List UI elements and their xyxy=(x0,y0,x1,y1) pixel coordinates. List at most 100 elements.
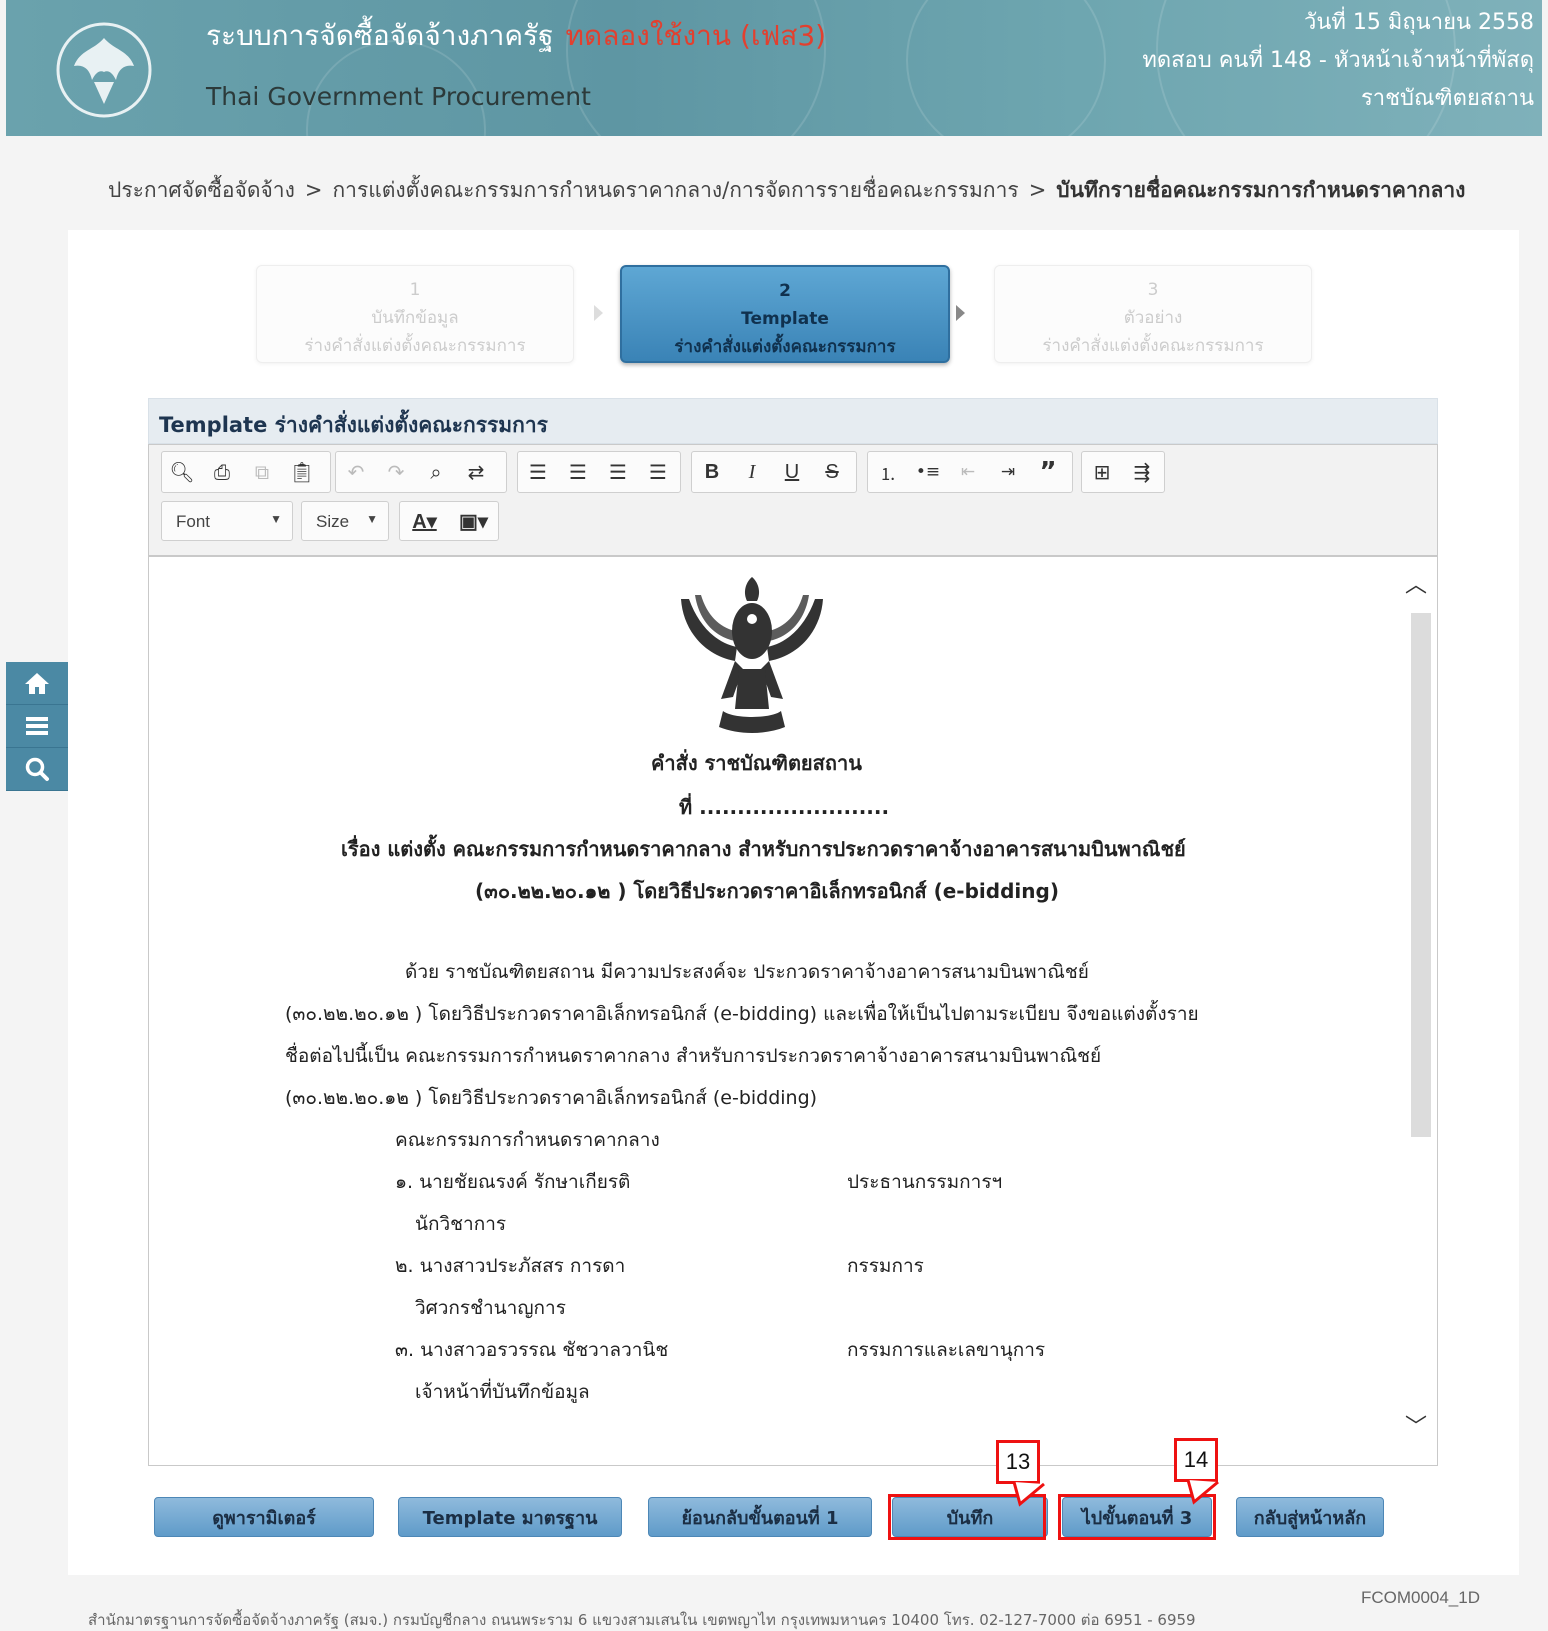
step-title: Template xyxy=(741,309,829,329)
italic-icon[interactable]: I xyxy=(732,452,772,492)
breadcrumb: ประกาศจัดซื้อจัดจ้าง > การแต่งตั้งคณะกรรมก… xyxy=(108,174,1465,207)
document-body: คำสั่ง ราชบัณฑิตยสถาน ที่ ..............… xyxy=(149,557,1399,1465)
app-subtitle: Thai Government Procurement xyxy=(206,82,591,111)
callout-pointer-icon xyxy=(1186,1480,1219,1505)
editor-toolbar: 🔍︎ ⎙ ⧉ 📋︎ ↶ ↷ ⌕ ⇄ ☰ ☰ ☰ ☰ B I U S ⒈ •≡ ⇤… xyxy=(148,444,1438,556)
department-logo-icon xyxy=(56,22,152,118)
bold-icon[interactable]: B xyxy=(692,452,732,492)
breadcrumb-current: บันทึกรายชื่อคณะกรรมการกำหนดราคากลาง xyxy=(1056,178,1466,202)
breadcrumb-item[interactable]: ประกาศจัดซื้อจัดจ้าง xyxy=(108,178,295,202)
editor-content[interactable]: คำสั่ง ราชบัณฑิตยสถาน ที่ ..............… xyxy=(148,556,1438,1466)
blockquote-icon[interactable]: ” xyxy=(1028,452,1068,492)
chevron-down-icon: ▼ xyxy=(366,512,378,526)
scroll-down-icon[interactable]: ﹀ xyxy=(1405,1409,1427,1441)
page-code: FCOM0004_1D xyxy=(1360,1588,1480,1607)
strikethrough-icon[interactable]: S xyxy=(812,452,852,492)
doc-number: ที่ ......................... xyxy=(679,795,890,819)
doc-subject-line1: เรื่อง แต่งตั้ง คณะกรรมการกำหนดราคากลาง … xyxy=(341,837,1186,861)
table-icon[interactable]: ⊞ xyxy=(1082,452,1122,492)
editor-title: Template ร่างคำสั่งแต่งตั้งคณะกรรมการ xyxy=(159,413,548,437)
toolbar-group-list: ⒈ •≡ ⇤ ⇥ ” xyxy=(867,451,1073,493)
size-select-label: Size xyxy=(316,512,350,531)
breadcrumb-separator: > xyxy=(1028,178,1047,202)
side-quick-menu xyxy=(6,662,68,791)
user-info: วันที่ 15 มิถุนายน 2558 ทดสอบ คนที่ 148 … xyxy=(1142,4,1534,118)
step-wizard: 1 บันทึกข้อมูล ร่างคำสั่งแต่งตั้งคณะกรรม… xyxy=(256,265,1328,363)
editor-scrollbar[interactable]: ︿ ﹀ xyxy=(1397,557,1437,1465)
member-position: วิศวกรชำนาญการ xyxy=(415,1297,566,1319)
search-icon xyxy=(25,757,49,781)
footer-text: สำนักมาตรฐานการจัดซื้อจัดจ้างภาครัฐ (สมจ… xyxy=(88,1611,1196,1629)
user-org: ราชบัณฑิตยสถาน xyxy=(1360,86,1534,111)
step-subtitle: ร่างคำสั่งแต่งตั้งคณะกรรมการ xyxy=(304,336,526,356)
redo-icon[interactable]: ↷ xyxy=(376,452,416,492)
copy-icon[interactable]: ⧉ xyxy=(242,452,282,492)
toolbar-group-insert: ⊞ ⇶ xyxy=(1081,451,1165,493)
numbered-list-icon[interactable]: ⒈ xyxy=(868,452,908,492)
step-2[interactable]: 2 Template ร่างคำสั่งแต่งตั้งคณะกรรมการ xyxy=(620,265,950,363)
step-number: 2 xyxy=(779,281,791,301)
undo-icon[interactable]: ↶ xyxy=(336,452,376,492)
scroll-up-icon[interactable]: ︿ xyxy=(1405,567,1427,599)
step-title: บันทึกข้อมูล xyxy=(371,308,459,328)
text-color-icon[interactable]: A▾ xyxy=(400,501,449,541)
menu-tab[interactable] xyxy=(6,705,68,748)
scroll-thumb[interactable] xyxy=(1411,613,1431,1137)
toolbar-group-format: B I U S xyxy=(691,451,857,493)
bullet-list-icon[interactable]: •≡ xyxy=(908,452,948,492)
paste-icon[interactable]: 📋︎ xyxy=(282,452,322,492)
step-number: 3 xyxy=(1147,280,1159,300)
step-arrow-icon xyxy=(956,305,965,321)
font-select-label: Font xyxy=(176,512,211,531)
block-indent-icon[interactable]: ⇶ xyxy=(1122,452,1162,492)
search-tab[interactable] xyxy=(6,748,68,791)
align-right-icon[interactable]: ☰ xyxy=(598,452,638,492)
doc-paragraph-line: ชื่อต่อไปนี้เป็น คณะกรรมการกำหนดราคากลาง… xyxy=(285,1045,1102,1067)
doc-subject-line2: (๓๐.๒๒.๒๐.๑๒ ) โดยวิธีประกวดราคาอิเล็กทร… xyxy=(475,879,1059,903)
outdent-icon[interactable]: ⇤ xyxy=(948,452,988,492)
step-callout-13: 13 xyxy=(996,1440,1040,1484)
step-title: ตัวอย่าง xyxy=(1123,308,1183,328)
replace-icon[interactable]: ⇄ xyxy=(456,452,496,492)
member-name: ๒. นางสาวประภัสสร การดา xyxy=(395,1255,626,1277)
find-icon[interactable]: ⌕ xyxy=(416,452,456,492)
size-select[interactable]: Size ▼ xyxy=(301,501,389,541)
standard-template-button[interactable]: Template มาตรฐาน xyxy=(398,1497,622,1537)
step-1[interactable]: 1 บันทึกข้อมูล ร่างคำสั่งแต่งตั้งคณะกรรม… xyxy=(256,265,574,363)
align-justify-icon[interactable]: ☰ xyxy=(638,452,678,492)
indent-icon[interactable]: ⇥ xyxy=(988,452,1028,492)
home-tab[interactable] xyxy=(6,662,68,705)
underline-icon[interactable]: U xyxy=(772,452,812,492)
callout-pointer-icon xyxy=(1012,1482,1045,1507)
toolbar-group-document: 🔍︎ ⎙ ⧉ 📋︎ xyxy=(161,451,331,493)
home-icon xyxy=(25,673,49,694)
back-step1-button[interactable]: ย้อนกลับขั้นตอนที่ 1 xyxy=(648,1497,872,1537)
chevron-down-icon: ▼ xyxy=(270,512,282,526)
font-select[interactable]: Font ▼ xyxy=(161,501,293,541)
breadcrumb-separator: > xyxy=(304,178,323,202)
background-color-icon[interactable]: ▣▾ xyxy=(449,501,498,541)
step-3[interactable]: 3 ตัวอย่าง ร่างคำสั่งแต่งตั้งคณะกรรมการ xyxy=(994,265,1312,363)
member-role: ประธานกรรมการฯ xyxy=(847,1171,1003,1193)
step-subtitle: ร่างคำสั่งแต่งตั้งคณะกรรมการ xyxy=(1042,336,1264,356)
member-role: กรรมการและเลขานุการ xyxy=(847,1339,1046,1361)
editor-header: Template ร่างคำสั่งแต่งตั้งคณะกรรมการ xyxy=(148,398,1438,444)
preview-icon[interactable]: 🔍︎ xyxy=(162,452,202,492)
breadcrumb-item[interactable]: การแต่งตั้งคณะกรรมการกำหนดราคากลาง/การจั… xyxy=(332,178,1018,202)
print-icon[interactable]: ⎙ xyxy=(202,452,242,492)
step-arrow-icon xyxy=(594,305,603,321)
toolbar-group-edit: ↶ ↷ ⌕ ⇄ xyxy=(335,451,507,493)
committee-title: คณะกรรมการกำหนดราคากลาง xyxy=(395,1129,660,1151)
member-name: ๓. นางสาวอรวรรณ ชัชวาลวานิช xyxy=(395,1339,669,1361)
align-center-icon[interactable]: ☰ xyxy=(558,452,598,492)
step-subtitle: ร่างคำสั่งแต่งตั้งคณะกรรมการ xyxy=(674,337,896,357)
step-callout-14: 14 xyxy=(1174,1438,1218,1482)
back-home-button[interactable]: กลับสู่หน้าหลัก xyxy=(1236,1497,1384,1537)
align-left-icon[interactable]: ☰ xyxy=(518,452,558,492)
doc-paragraph-line: (๓๐.๒๒.๒๐.๑๒ ) โดยวิธีประกวดราคาอิเล็กทร… xyxy=(285,1003,1199,1025)
app-header: ระบบการจัดซื้อจัดจ้างภาครัฐ ทดลองใช้งาน (… xyxy=(6,0,1542,136)
current-date: วันที่ 15 มิถุนายน 2558 xyxy=(1303,10,1534,35)
member-name: ๑. นายชัยณรงค์ รักษาเกียรติ xyxy=(395,1171,631,1193)
user-name: ทดสอบ คนที่ 148 - หัวหน้าเจ้าหน้าที่พัสด… xyxy=(1142,48,1534,73)
view-parameter-button[interactable]: ดูพารามิเตอร์ xyxy=(154,1497,374,1537)
